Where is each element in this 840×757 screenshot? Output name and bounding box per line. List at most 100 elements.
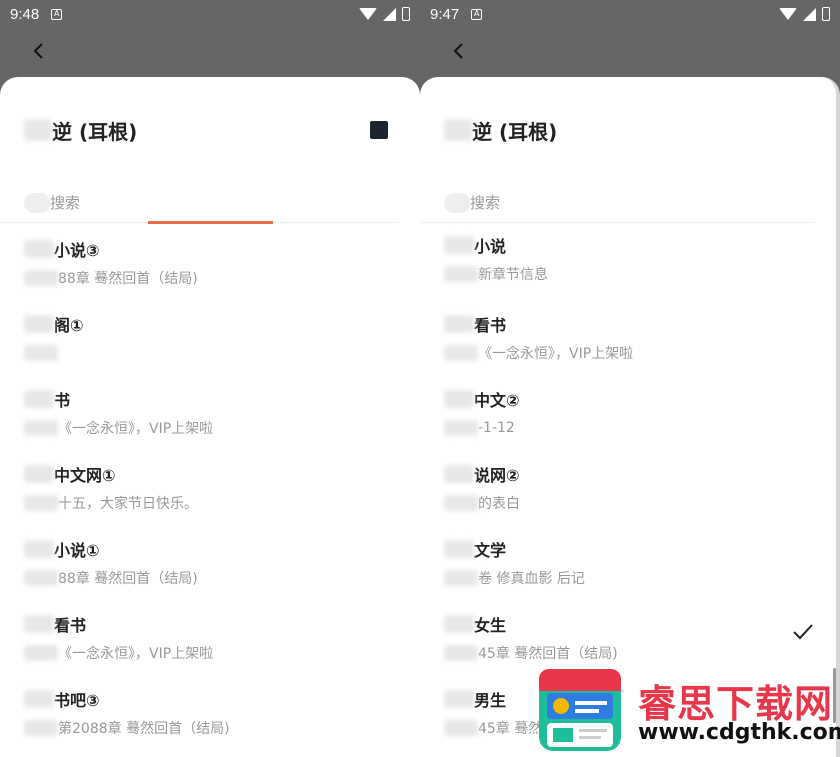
book-title: 逆 (耳根) <box>52 119 138 144</box>
source-name: 女生 <box>474 616 507 635</box>
watermark-url: www.cdgthk.com <box>638 720 840 745</box>
notification-icon: A <box>471 8 483 20</box>
list-item[interactable]: 看书 《一念永恒》，VIP上架啦 <box>24 598 420 673</box>
list-item[interactable]: 小说 新章节信息 <box>444 223 836 298</box>
status-bar: 9:47 A <box>420 0 840 28</box>
latest-chapter: 88章 蓦然回首（结局) <box>58 571 198 587</box>
back-arrow-icon[interactable] <box>30 42 48 60</box>
wifi-icon <box>779 8 797 20</box>
blurred-title-prefix <box>444 119 472 141</box>
search-bar[interactable]: 搜索 <box>420 183 814 223</box>
latest-chapter: 45章 蓦然回首（结局) <box>478 646 618 662</box>
wifi-icon <box>359 8 377 20</box>
blurred-sub <box>24 420 58 436</box>
watermark: 睿思下载网 www.cdgthk.com <box>535 665 840 757</box>
blurred-sub <box>24 345 58 361</box>
list-item[interactable]: 小说③ 88章 蓦然回首（结局) <box>24 223 420 298</box>
nav-bar <box>0 28 420 78</box>
blurred-sub <box>444 570 478 586</box>
stop-square-icon[interactable] <box>370 121 388 139</box>
site-logo-icon <box>539 669 621 751</box>
list-item-selected[interactable]: 女生 45章 蓦然回首（结局) <box>444 598 836 673</box>
latest-chapter: 卷 修真血影 后记 <box>478 571 585 587</box>
search-icon <box>444 192 470 213</box>
list-item[interactable]: 中文② -1-12 <box>444 373 836 448</box>
list-item[interactable]: 文学 卷 修真血影 后记 <box>444 523 836 598</box>
left-screen: 9:48 A 逆 (耳根) 搜索 小说③ 88章 蓦然回首（结局) 阁① 书 《… <box>0 0 420 757</box>
search-input[interactable]: 搜索 <box>470 192 500 213</box>
blurred-sub <box>24 645 58 661</box>
blurred-sub <box>24 570 58 586</box>
signal-icon <box>803 7 816 21</box>
list-item[interactable]: 说网② 的表白 <box>444 448 836 523</box>
status-time: 9:48 <box>10 5 40 23</box>
blurred-sub <box>444 495 478 511</box>
status-bar: 9:48 A <box>0 0 420 28</box>
source-name: 看书 <box>54 616 87 635</box>
blurred-sub <box>444 345 478 361</box>
latest-chapter: 《一念永恒》，VIP上架啦 <box>58 646 214 662</box>
blurred-name <box>24 690 54 708</box>
list-item[interactable]: 阁① <box>24 298 420 373</box>
search-bar[interactable]: 搜索 <box>0 183 398 224</box>
list-item[interactable]: 书吧③ 第2088章 蓦然回首（结局) <box>24 673 420 748</box>
source-name: 阁① <box>54 316 84 335</box>
latest-chapter: 88章 蓦然回首（结局) <box>58 271 198 287</box>
nav-bar <box>420 28 840 78</box>
blurred-name <box>444 390 474 408</box>
right-screen: 9:47 A 逆 (耳根) 搜索 小说 新章节信息 看书 《一念永恒》，VIP上… <box>420 0 840 757</box>
source-name: 书 <box>54 391 71 410</box>
sheet-header: 逆 (耳根) <box>420 77 836 183</box>
latest-chapter: 《一念永恒》，VIP上架啦 <box>478 346 634 362</box>
blurred-sub <box>444 420 478 436</box>
blurred-sub <box>24 270 58 286</box>
battery-icon <box>402 7 410 21</box>
latest-chapter: 《一念永恒》，VIP上架啦 <box>58 421 214 437</box>
checkmark-icon <box>793 624 813 640</box>
blurred-title-prefix <box>24 119 52 141</box>
latest-chapter: 第2088章 蓦然回首（结局) <box>58 721 230 737</box>
source-sheet: 逆 (耳根) 搜索 小说 新章节信息 看书 《一念永恒》，VIP上架啦 中文② … <box>420 77 840 757</box>
blurred-sub <box>24 495 58 511</box>
source-name: 文学 <box>474 541 507 560</box>
list-item[interactable]: 看书 《一念永恒》，VIP上架啦 <box>444 298 836 373</box>
latest-chapter: 的表白 <box>478 496 520 512</box>
blurred-sub <box>444 720 478 736</box>
search-input[interactable]: 搜索 <box>50 192 80 213</box>
latest-chapter: -1-12 <box>478 420 515 436</box>
book-title: 逆 (耳根) <box>472 119 558 144</box>
blurred-name <box>444 465 474 483</box>
source-name: 小说 <box>474 237 507 256</box>
source-name: 男生 <box>474 691 507 710</box>
blurred-sub <box>24 720 58 736</box>
blurred-sub <box>444 266 478 282</box>
source-name: 小说① <box>54 541 100 560</box>
blurred-name <box>24 240 54 258</box>
status-time: 9:47 <box>430 5 460 23</box>
blurred-name <box>24 465 54 483</box>
back-arrow-icon[interactable] <box>450 42 468 60</box>
signal-icon <box>383 7 396 21</box>
source-sheet: 逆 (耳根) 搜索 小说③ 88章 蓦然回首（结局) 阁① 书 《一念永恒》，V… <box>0 77 420 757</box>
notification-icon: A <box>51 8 63 20</box>
sheet-header: 逆 (耳根) <box>0 77 420 183</box>
list-item[interactable]: 书 《一念永恒》，VIP上架啦 <box>24 373 420 448</box>
blurred-name <box>444 690 474 708</box>
search-icon <box>24 192 50 213</box>
source-name: 小说③ <box>54 241 100 260</box>
blurred-name <box>24 390 54 408</box>
list-item[interactable]: 中文网① 十五，大家节日快乐。 <box>24 448 420 523</box>
battery-icon <box>822 7 830 21</box>
source-list: 小说③ 88章 蓦然回首（结局) 阁① 书 《一念永恒》，VIP上架啦 中文网①… <box>0 223 420 748</box>
latest-chapter: 新章节信息 <box>478 267 548 283</box>
blurred-name <box>24 615 54 633</box>
list-item[interactable]: 小说① 88章 蓦然回首（结局) <box>24 523 420 598</box>
latest-chapter: 45章 蓦然 <box>478 721 543 737</box>
source-name: 看书 <box>474 316 507 335</box>
blurred-name <box>24 315 54 333</box>
source-name: 说网② <box>474 466 520 485</box>
blurred-name <box>24 540 54 558</box>
blurred-name <box>444 540 474 558</box>
source-name: 中文网① <box>54 466 116 485</box>
blurred-name <box>444 236 474 254</box>
